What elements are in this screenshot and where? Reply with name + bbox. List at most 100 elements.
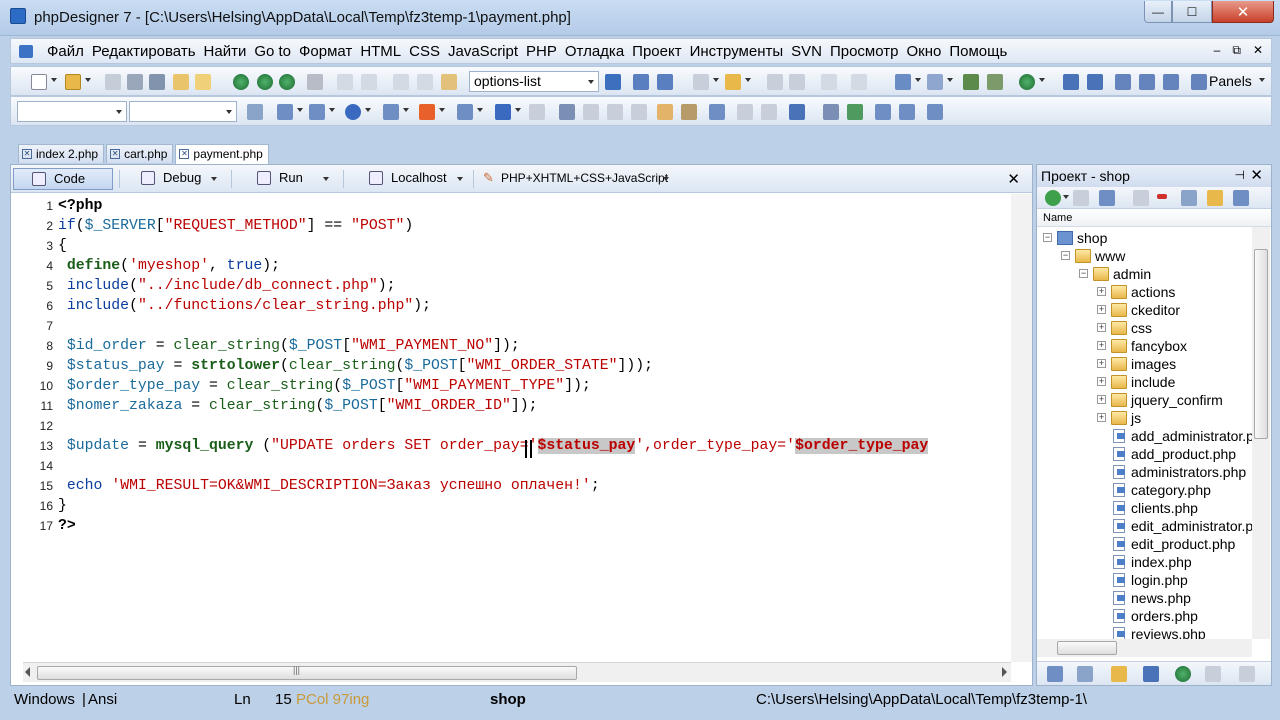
code-line[interactable]: 7 (11, 316, 1011, 336)
tree-folder-item[interactable]: − admin (1037, 265, 1252, 283)
expand-icon[interactable]: + (1097, 323, 1106, 332)
maximize-button[interactable]: ☐ (1172, 1, 1212, 23)
code-line[interactable]: 1 <?php (11, 196, 1011, 216)
preview-icon[interactable] (709, 104, 725, 120)
scroll-right-icon[interactable] (1002, 667, 1007, 677)
menu-item[interactable]: HTML (356, 43, 405, 60)
code-line[interactable]: 6 include("../functions/clear_string.php… (11, 296, 1011, 316)
collapse-icon[interactable]: − (1079, 269, 1088, 278)
close-all-icon[interactable] (195, 74, 211, 90)
browser-preview-icon[interactable] (257, 74, 273, 90)
globe-icon[interactable] (233, 74, 249, 90)
file-tab[interactable]: ✕ cart.php (106, 144, 174, 163)
tree-folder-item[interactable]: + css (1037, 319, 1252, 337)
tab-close-icon[interactable]: ✕ (22, 149, 32, 159)
tree-file-item[interactable]: orders.php (1037, 607, 1252, 625)
export-icon[interactable] (737, 104, 753, 120)
menu-item[interactable]: Проект (628, 43, 685, 60)
scroll-left-icon[interactable] (25, 667, 30, 677)
expand-icon[interactable]: + (1097, 377, 1106, 386)
image-map-icon[interactable] (457, 104, 473, 120)
mdi-close-button[interactable]: ✕ (1253, 43, 1263, 58)
upload-icon[interactable] (1099, 190, 1115, 206)
tree-file-item[interactable]: edit_product.php (1037, 535, 1252, 553)
tree-file-item[interactable]: clients.php (1037, 499, 1252, 517)
bookmark-icon[interactable] (693, 74, 709, 90)
panel-left-icon[interactable] (1063, 74, 1079, 90)
color-icon[interactable] (419, 104, 435, 120)
web-icon[interactable] (1019, 74, 1035, 90)
files-tab-icon[interactable] (1205, 666, 1221, 682)
close-button[interactable]: ✕ (1212, 1, 1274, 23)
code-line[interactable]: 15 echo 'WMI_RESULT=OK&WMI_DESCRIPTION=З… (11, 476, 1011, 496)
uncomment-icon[interactable] (631, 104, 647, 120)
cursor-icon[interactable] (495, 104, 511, 120)
ftp-tab-icon[interactable] (1175, 666, 1191, 682)
code-line[interactable]: 4 define('myeshop', true); (11, 256, 1011, 276)
tree-folder-item[interactable]: + images (1037, 355, 1252, 373)
code-line[interactable]: 3{ (11, 236, 1011, 256)
cut-icon[interactable] (393, 74, 409, 90)
code-view-button[interactable]: Code (13, 168, 113, 190)
new-file-icon[interactable] (31, 74, 47, 90)
language-button[interactable]: ✎ PHP+XHTML+CSS+JavaScript (479, 168, 675, 190)
snippets-tab-icon[interactable] (1239, 666, 1255, 682)
image-icon[interactable] (847, 104, 863, 120)
code-line[interactable]: 10 $order_type_pay = clear_string($_POST… (11, 376, 1011, 396)
settings-icon[interactable] (927, 74, 943, 90)
collapse-icon[interactable]: − (1043, 233, 1052, 242)
paste-icon[interactable] (441, 74, 457, 90)
code-line[interactable]: 8 $id_order = clear_string($_POST["WMI_P… (11, 336, 1011, 356)
code-line[interactable]: 9 $status_pay = strtolower(clear_string(… (11, 356, 1011, 376)
cascade-icon[interactable] (1163, 74, 1179, 90)
tree-scrollbar-thumb[interactable] (1254, 249, 1268, 439)
tree-file-item[interactable]: login.php (1037, 571, 1252, 589)
menu-item[interactable]: PHP (522, 43, 561, 60)
code-line[interactable]: 2 if($_SERVER["REQUEST_METHOD"] == "POST"… (11, 216, 1011, 236)
font-combo[interactable] (17, 101, 127, 122)
menu-item[interactable]: Просмотр (826, 43, 903, 60)
tree-folder-item[interactable]: − www (1037, 247, 1252, 265)
project-close-button[interactable]: ✕ (1250, 166, 1263, 184)
size-combo[interactable] (129, 101, 237, 122)
menu-item[interactable]: Go to (250, 43, 295, 60)
tree-file-item[interactable]: add_product.php (1037, 445, 1252, 463)
spell-check-icon[interactable] (681, 104, 697, 120)
localhost-button[interactable]: Localhost (351, 168, 469, 190)
edit-tab-icon[interactable] (1077, 666, 1093, 682)
menu-item[interactable]: SVN (787, 43, 826, 60)
print-icon[interactable] (307, 74, 323, 90)
properties-icon[interactable] (1181, 190, 1197, 206)
menu-item[interactable]: Отладка (561, 43, 628, 60)
tab-close-icon[interactable]: ✕ (179, 149, 190, 159)
code-line[interactable]: 11 $nomer_zakaza = clear_string($_POST["… (11, 396, 1011, 416)
panel-right-icon[interactable] (1087, 74, 1103, 90)
code-line[interactable]: 13 $update = mysql_query ("UPDATE orders… (11, 436, 1011, 456)
grid-icon[interactable] (875, 104, 891, 120)
collapse-icon[interactable]: − (1061, 251, 1070, 260)
code-line[interactable]: 14 (11, 456, 1011, 476)
code-line[interactable]: 5 include("../include/db_connect.php"); (11, 276, 1011, 296)
code-line[interactable]: 12 (11, 416, 1011, 436)
hand-icon[interactable] (657, 104, 673, 120)
expand-icon[interactable]: + (1097, 305, 1106, 314)
menu-item[interactable]: Формат (295, 43, 356, 60)
save-icon[interactable] (105, 74, 121, 90)
filter-clear-icon[interactable] (789, 74, 805, 90)
split-vertical-icon[interactable] (1139, 74, 1155, 90)
menu-item[interactable]: Файл (43, 43, 88, 60)
tree-folder-item[interactable]: + include (1037, 373, 1252, 391)
menu-item[interactable]: Редактировать (88, 43, 200, 60)
snippet-icon[interactable] (345, 104, 361, 120)
copy-icon[interactable] (417, 74, 433, 90)
outdent-icon[interactable] (583, 104, 599, 120)
checkbox-icon[interactable] (789, 104, 805, 120)
scrollbar-thumb[interactable] (37, 666, 577, 680)
editor-vertical-scrollbar[interactable] (1011, 194, 1032, 662)
project-tab-icon[interactable] (1047, 666, 1063, 682)
tree-folder-item[interactable]: + jquery_confirm (1037, 391, 1252, 409)
tree-horizontal-scrollbar[interactable] (1037, 639, 1252, 657)
mdi-restore-button[interactable]: ⧉ (1232, 43, 1241, 58)
tree-folder-item[interactable]: + actions (1037, 283, 1252, 301)
menu-item[interactable]: CSS (405, 43, 444, 60)
